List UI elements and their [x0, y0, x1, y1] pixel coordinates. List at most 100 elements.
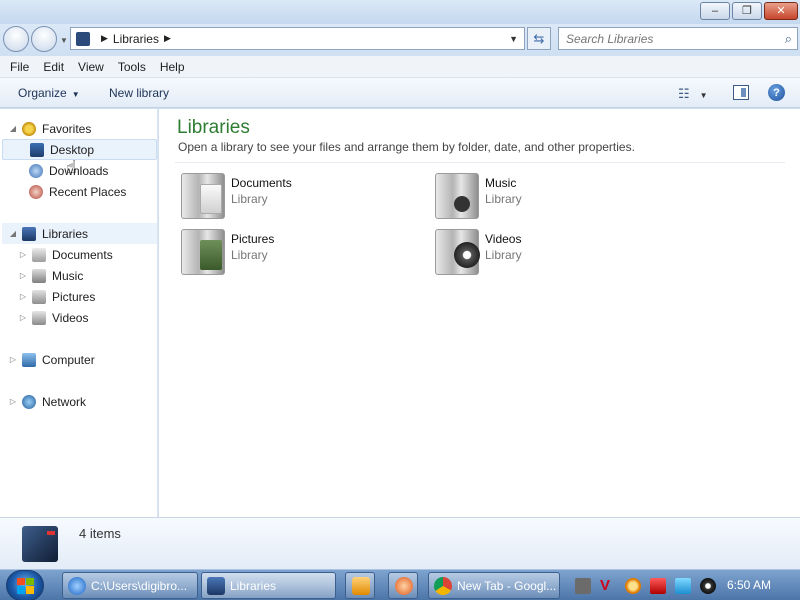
maximize-button[interactable]: ❐: [732, 2, 762, 20]
taskbar-item-pinned-app[interactable]: [388, 572, 418, 599]
library-music[interactable]: Music Library: [431, 171, 671, 223]
navigation-pane: ◢ Favorites Desktop Downloads Recent Pla…: [0, 109, 158, 517]
tray-search-icon[interactable]: [625, 577, 641, 594]
help-button[interactable]: ?: [768, 84, 785, 101]
item-count: 4 items: [79, 526, 121, 541]
taskbar-item-media-player[interactable]: [345, 572, 375, 599]
collapsed-arrow-icon[interactable]: ▷: [8, 397, 18, 406]
nav-item-label: Downloads: [49, 163, 109, 178]
start-button[interactable]: [6, 570, 44, 600]
forward-button[interactable]: [31, 26, 57, 52]
library-videos[interactable]: Videos Library: [431, 227, 671, 279]
favorites-star-icon: [22, 121, 36, 136]
menu-tools[interactable]: Tools: [111, 60, 153, 74]
nav-network[interactable]: ▷ Network: [8, 391, 86, 412]
organize-button[interactable]: Organize ▼: [18, 86, 80, 100]
expanded-arrow-icon[interactable]: ◢: [8, 124, 18, 133]
expanded-arrow-icon[interactable]: ◢: [8, 229, 18, 238]
recent-places-icon: [29, 184, 43, 199]
nav-item-videos[interactable]: ▷ Videos: [18, 307, 88, 328]
collapsed-arrow-icon[interactable]: ▷: [18, 271, 28, 280]
change-view-button[interactable]: ☷ ▼: [678, 86, 708, 102]
libraries-icon: [22, 226, 36, 241]
tray-app-icon[interactable]: [575, 577, 591, 594]
collapsed-arrow-icon[interactable]: ▷: [18, 292, 28, 301]
navigation-bar: ▼ ▶ Libraries ▶ ▼ ⇆ ⌕: [0, 24, 800, 54]
nav-item-label: Pictures: [52, 289, 96, 304]
chevron-down-icon: ▼: [699, 91, 708, 100]
library-name: Documents: [231, 176, 292, 190]
nav-item-label: Videos: [52, 310, 89, 325]
breadcrumb-separator-icon[interactable]: ▶: [164, 33, 171, 44]
clock[interactable]: 6:50 AM: [727, 578, 771, 592]
close-button[interactable]: ✕: [764, 2, 798, 20]
menu-file[interactable]: File: [3, 60, 36, 74]
network-icon: [22, 394, 36, 409]
breadcrumb-separator-icon[interactable]: ▶: [101, 33, 108, 44]
recent-pages-dropdown-icon[interactable]: ▼: [60, 36, 68, 45]
organize-label: Organize: [18, 86, 67, 100]
nav-favorites-label: Favorites: [42, 121, 92, 136]
libraries-icon: [76, 31, 90, 46]
taskbar-item-explorer-path[interactable]: C:\Users\digibro...: [62, 572, 198, 599]
views-icon: ☷: [678, 86, 690, 101]
pinned-app-icon: [395, 576, 413, 595]
taskbar-item-libraries[interactable]: Libraries: [201, 572, 336, 599]
tray-v-icon[interactable]: V: [600, 577, 616, 594]
nav-libraries[interactable]: ◢ Libraries: [2, 223, 157, 244]
library-type: Library: [231, 192, 268, 206]
address-dropdown-icon[interactable]: ▼: [509, 34, 518, 44]
refresh-button[interactable]: ⇆: [527, 27, 551, 50]
refresh-icon: ⇆: [533, 30, 545, 46]
command-bar: Organize ▼ New library ☷ ▼ ?: [0, 78, 800, 108]
window-controls: – ❐ ✕: [700, 2, 798, 20]
chrome-icon: [434, 576, 452, 595]
taskbar-item-label: C:\Users\digibro...: [91, 578, 188, 593]
downloads-icon: [29, 163, 43, 178]
menu-view[interactable]: View: [71, 60, 111, 74]
tray-flag-icon[interactable]: [650, 577, 666, 594]
tray-volume-icon[interactable]: [700, 577, 716, 594]
page-subtitle: Open a library to see your files and arr…: [178, 140, 635, 154]
address-bar[interactable]: ▶ Libraries ▶ ▼: [70, 27, 525, 50]
collapsed-arrow-icon[interactable]: ▷: [8, 355, 18, 364]
back-button[interactable]: [3, 26, 29, 52]
library-type: Library: [485, 192, 522, 206]
breadcrumb-libraries[interactable]: Libraries: [113, 32, 159, 46]
nav-item-recent-places[interactable]: Recent Places: [29, 181, 126, 202]
search-box[interactable]: ⌕: [558, 27, 798, 50]
collapsed-arrow-icon[interactable]: ▷: [18, 313, 28, 322]
pictures-icon: [32, 289, 46, 304]
computer-icon: [22, 352, 36, 367]
preview-pane-button[interactable]: [733, 85, 749, 100]
documents-library-icon: [181, 173, 225, 219]
nav-item-desktop[interactable]: Desktop: [2, 139, 157, 160]
nav-network-label: Network: [42, 394, 87, 409]
nav-computer[interactable]: ▷ Computer: [8, 349, 95, 370]
library-name: Videos: [485, 232, 522, 246]
chevron-down-icon: ▼: [71, 90, 80, 99]
taskbar-item-chrome[interactable]: New Tab - Googl...: [428, 572, 560, 599]
search-icon[interactable]: ⌕: [785, 31, 792, 47]
taskbar: C:\Users\digibro... Libraries New Tab - …: [0, 569, 800, 600]
search-input[interactable]: [566, 31, 771, 46]
divider: [175, 162, 785, 163]
library-documents[interactable]: Documents Library: [177, 171, 417, 223]
library-pictures[interactable]: Pictures Library: [177, 227, 417, 279]
libraries-icon: [207, 576, 225, 595]
nav-favorites[interactable]: ◢ Favorites: [8, 118, 91, 139]
menu-help[interactable]: Help: [153, 60, 192, 74]
pictures-library-icon: [181, 229, 225, 275]
nav-item-label: Desktop: [50, 142, 95, 157]
nav-item-pictures[interactable]: ▷ Pictures: [18, 286, 95, 307]
documents-icon: [32, 247, 46, 262]
menu-edit[interactable]: Edit: [36, 60, 71, 74]
tray-display-icon[interactable]: [675, 577, 691, 594]
menu-bar: File Edit View Tools Help: [0, 56, 800, 78]
collapsed-arrow-icon[interactable]: ▷: [18, 250, 28, 259]
music-library-icon: [435, 173, 479, 219]
nav-item-music[interactable]: ▷ Music: [18, 265, 83, 286]
new-library-button[interactable]: New library: [109, 86, 169, 100]
nav-item-documents[interactable]: ▷ Documents: [18, 244, 113, 265]
minimize-button[interactable]: –: [700, 2, 730, 20]
